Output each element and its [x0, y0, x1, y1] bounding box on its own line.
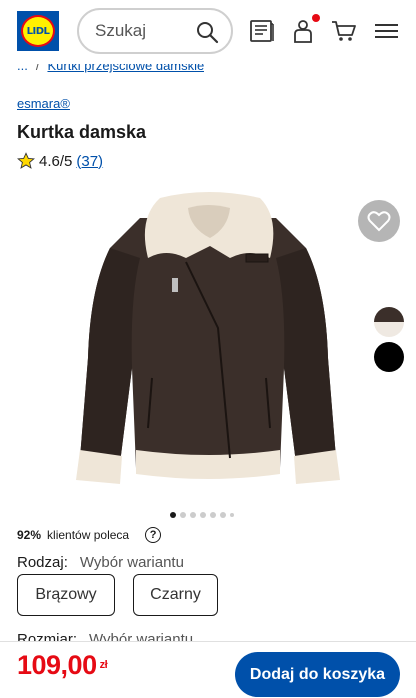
sticky-footer: 109,00 zł Dodaj do koszyka — [0, 641, 416, 698]
logo-text: LIDL — [26, 25, 50, 37]
star-icon — [17, 152, 35, 169]
lidl-logo[interactable]: LIDL — [17, 11, 59, 51]
notification-dot — [312, 14, 320, 22]
variant-button-black[interactable]: Czarny — [133, 574, 218, 616]
add-to-cart-button[interactable]: Dodaj do koszyka — [235, 652, 400, 697]
recommend-percent: 92% — [17, 528, 42, 542]
carousel-dot[interactable] — [180, 512, 186, 518]
search-placeholder: Szukaj — [95, 21, 147, 40]
review-count-link[interactable]: (37) — [76, 153, 103, 170]
carousel-dot[interactable] — [220, 512, 226, 518]
color-swatch-brown[interactable] — [374, 307, 404, 337]
heart-icon — [367, 211, 391, 232]
carousel-dot[interactable] — [170, 512, 176, 518]
search-icon[interactable] — [195, 20, 219, 44]
product-title: Kurtka damska — [17, 122, 147, 142]
carousel-dot[interactable] — [230, 513, 234, 517]
price-value: 109,00 — [17, 650, 97, 680]
cart-icon[interactable] — [331, 18, 357, 44]
search-input[interactable]: Szukaj — [77, 8, 233, 54]
help-icon[interactable]: ? — [145, 527, 162, 543]
color-swatch-black[interactable] — [374, 342, 404, 372]
product-rating: 4.6/5 (37) — [17, 152, 103, 170]
variant-button-brown[interactable]: Brązowy — [17, 574, 115, 616]
carousel-dot[interactable] — [200, 512, 206, 518]
brand-link[interactable]: esmara® — [17, 96, 70, 111]
color-hint: Wybór wariantu — [79, 554, 184, 571]
carousel-dot[interactable] — [210, 512, 216, 518]
carousel-dot[interactable] — [190, 512, 196, 518]
product-image[interactable] — [70, 188, 346, 488]
favorite-button[interactable] — [358, 200, 400, 242]
product-price: 109,00 zł — [17, 650, 108, 681]
color-label: Rodzaj: — [17, 554, 68, 571]
user-icon[interactable] — [290, 18, 316, 44]
menu-icon[interactable] — [374, 18, 400, 44]
recommend-text: klientów poleca — [47, 528, 130, 542]
image-carousel-dots — [170, 512, 234, 518]
color-variant-row: Rodzaj: Wybór wariantu — [17, 554, 184, 571]
recommendation-info: 92% klientów poleca ? — [17, 527, 162, 543]
brochure-icon[interactable] — [249, 18, 275, 44]
header: LIDL Szukaj — [0, 0, 416, 64]
price-currency: zł — [99, 659, 108, 671]
rating-value: 4.6/5 — [39, 152, 73, 170]
